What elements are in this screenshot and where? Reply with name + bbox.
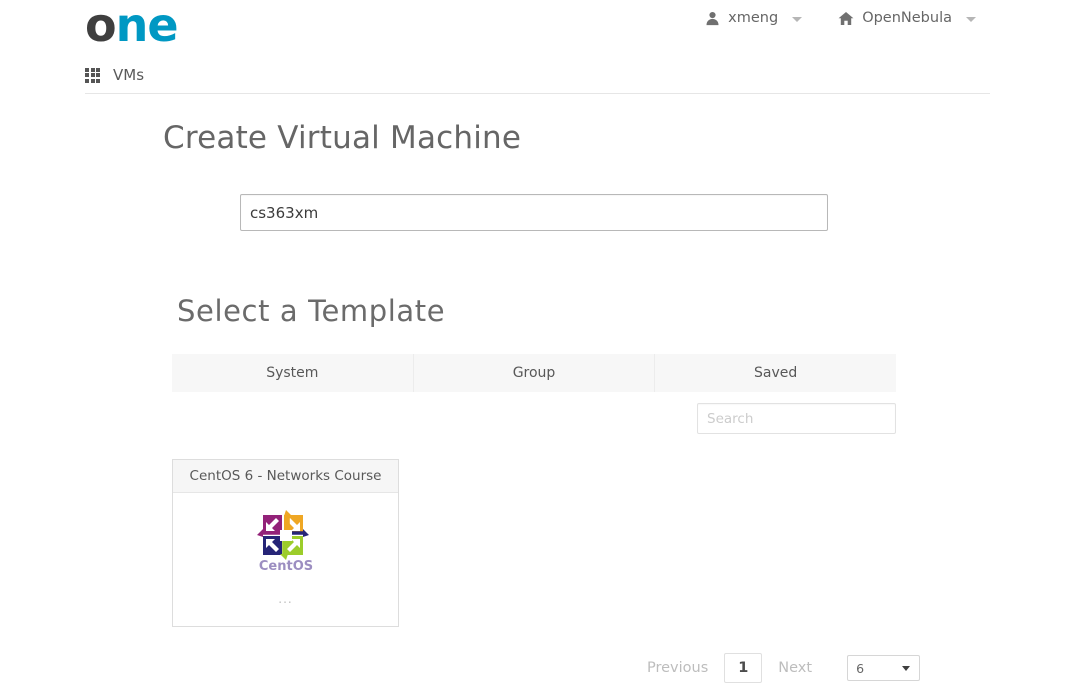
zone-menu[interactable]: OpenNebula [838, 10, 976, 26]
pagination-page-1[interactable]: 1 [724, 653, 763, 683]
logo-text-one-o: o [85, 0, 117, 52]
breadcrumb-label-vms: VMs [113, 66, 145, 84]
top-header: one xmeng OpenNebula [0, 0, 1079, 60]
template-card[interactable]: CentOS 6 - Networks Course CentOS ... [172, 459, 399, 627]
vm-name-field-wrapper [240, 194, 828, 231]
per-page-wrapper: 6122450 [847, 655, 921, 681]
user-menu-label: xmeng [728, 10, 779, 26]
search-input[interactable] [697, 403, 896, 434]
template-card-body: CentOS ... [173, 493, 398, 626]
vm-name-input[interactable] [240, 194, 828, 231]
home-icon [838, 10, 854, 26]
pagination-previous[interactable]: Previous [645, 656, 710, 680]
template-source-tabs: System Group Saved [172, 354, 897, 392]
grid-icon [85, 67, 102, 83]
tab-group[interactable]: Group [413, 354, 656, 392]
pagination-next[interactable]: Next [776, 656, 814, 680]
template-card-title: CentOS 6 - Networks Course [173, 460, 398, 493]
breadcrumb[interactable]: VMs [85, 66, 144, 84]
tab-saved[interactable]: Saved [655, 354, 897, 392]
logo-text-one-ne: ne [115, 0, 179, 52]
zone-menu-label: OpenNebula [862, 10, 952, 26]
centos-logo-icon: CentOS [256, 510, 315, 574]
search-wrapper [697, 403, 896, 434]
header-right-nav: xmeng OpenNebula [704, 10, 976, 26]
opennebula-logo[interactable]: one [85, 2, 179, 48]
header-divider [85, 93, 990, 94]
pagination: Previous 1 Next 6122450 [645, 653, 921, 683]
tab-system[interactable]: System [172, 354, 414, 392]
per-page-select[interactable]: 6122450 [847, 655, 921, 681]
template-card-more[interactable]: ... [173, 592, 398, 606]
section-title-select-template: Select a Template [177, 294, 446, 328]
chevron-down-icon [792, 16, 803, 22]
centos-logo-text: CentOS [258, 559, 312, 574]
page-title: Create Virtual Machine [163, 120, 522, 156]
user-menu[interactable]: xmeng [704, 10, 803, 26]
user-icon [704, 10, 720, 26]
chevron-down-icon [966, 16, 976, 22]
